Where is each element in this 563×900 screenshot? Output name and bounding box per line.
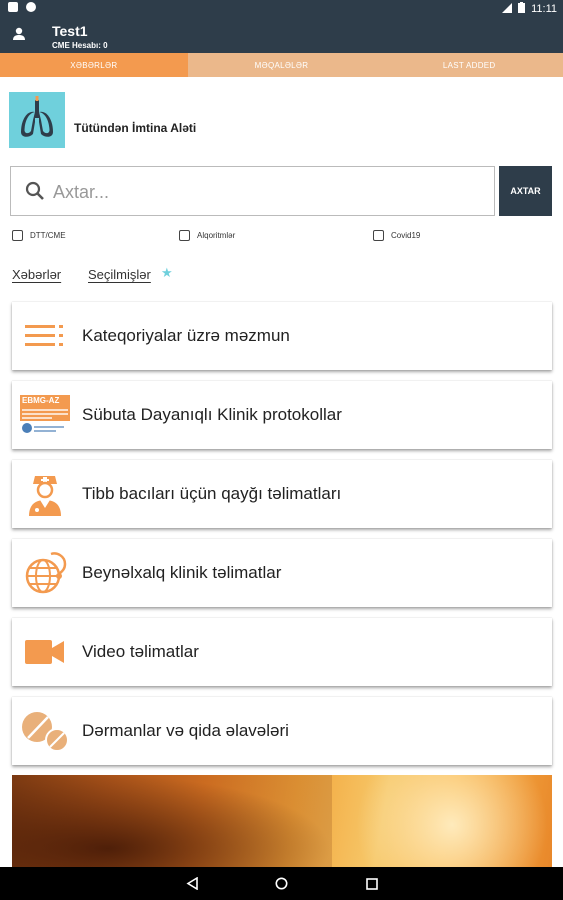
tab-articles[interactable]: MƏQALƏLƏR (187, 53, 376, 77)
app-header: Test1 CME Hesabı: 0 (0, 17, 563, 53)
recents-icon[interactable] (366, 877, 378, 895)
filter-dtt-cme[interactable]: DTT/CME (12, 230, 66, 241)
search-input[interactable] (53, 175, 483, 209)
pills-icon (20, 707, 70, 755)
favorites-label: Seçilmişlər (88, 267, 151, 282)
menu-item-international-guidelines[interactable]: Beynəlxalq klinik təlimatlar (12, 539, 552, 607)
nurse-icon (20, 470, 70, 518)
menu-item-label: Dərmanlar və qida əlavələri (82, 721, 289, 740)
search-icon (25, 181, 45, 201)
star-icon: ★ (161, 265, 173, 280)
tab-bar: XƏBƏRLƏR MƏQALƏLƏR LAST ADDED (0, 53, 563, 77)
search-box (10, 166, 495, 216)
menu-item-label: Sübuta Dayanıqlı Klinik protokollar (82, 405, 342, 424)
search-button[interactable]: AXTAR (499, 166, 552, 216)
ebmg-logo-text: EBMG-AZ (22, 396, 60, 405)
favorites-link[interactable]: Seçilmişlər (88, 267, 151, 282)
checkbox[interactable] (179, 230, 190, 241)
list-icon (20, 312, 70, 360)
home-icon[interactable] (275, 877, 288, 895)
menu-item-categories[interactable]: Kateqoriyalar üzrə məzmun (12, 302, 552, 370)
menu-item-drugs-supplements[interactable]: Dərmanlar və qida əlavələri (12, 697, 552, 765)
menu-item-video-guidelines[interactable]: Video təlimatlar (12, 618, 552, 686)
filter-algorithms[interactable]: Alqoritmlər (179, 230, 235, 241)
banner-image (12, 775, 552, 867)
menu-item-label: Beynəlxalq klinik təlimatlar (82, 563, 282, 582)
tab-last-added[interactable]: LAST ADDED (375, 53, 563, 77)
checkbox[interactable] (12, 230, 23, 241)
battery-icon (518, 2, 526, 16)
system-nav-bar (0, 867, 563, 900)
menu-item-label: Tibb bacıları üçün qayğı təlimatları (82, 484, 342, 503)
brand-title: Tütündən İmtina Aləti (74, 121, 197, 135)
back-icon[interactable] (186, 876, 198, 895)
status-time: 11:11 (531, 3, 557, 15)
status-bar: 11:11 (0, 0, 563, 17)
signal-icon (502, 2, 513, 16)
menu-item-label: Kateqoriyalar üzrə məzmun (82, 326, 290, 345)
cme-account: CME Hesabı: 0 (52, 41, 108, 50)
filter-label: DTT/CME (30, 231, 66, 240)
notification-icon (26, 2, 36, 12)
tab-news[interactable]: XƏBƏRLƏR (0, 53, 188, 77)
filter-covid19[interactable]: Covid19 (373, 230, 420, 241)
filter-label: Covid19 (391, 231, 421, 240)
menu-item-label: Video təlimatlar (82, 642, 199, 661)
user-icon[interactable] (12, 27, 26, 41)
checkbox[interactable] (373, 230, 384, 241)
ebmg-logo: EBMG-AZ (20, 391, 70, 439)
user-name: Test1 (52, 23, 88, 39)
filter-label: Alqoritmlər (197, 231, 236, 240)
video-camera-icon (20, 628, 70, 676)
lungs-logo (9, 92, 65, 148)
menu-item-nursing-guidelines[interactable]: Tibb bacıları üçün qayğı təlimatları (12, 460, 552, 528)
menu-item-clinical-protocols[interactable]: EBMG-AZ Sübuta Dayanıqlı Klinik protokol… (12, 381, 552, 449)
news-link[interactable]: Xəbərlər (12, 267, 61, 282)
globe-stethoscope-icon (20, 549, 70, 597)
notification-icon (8, 2, 18, 12)
